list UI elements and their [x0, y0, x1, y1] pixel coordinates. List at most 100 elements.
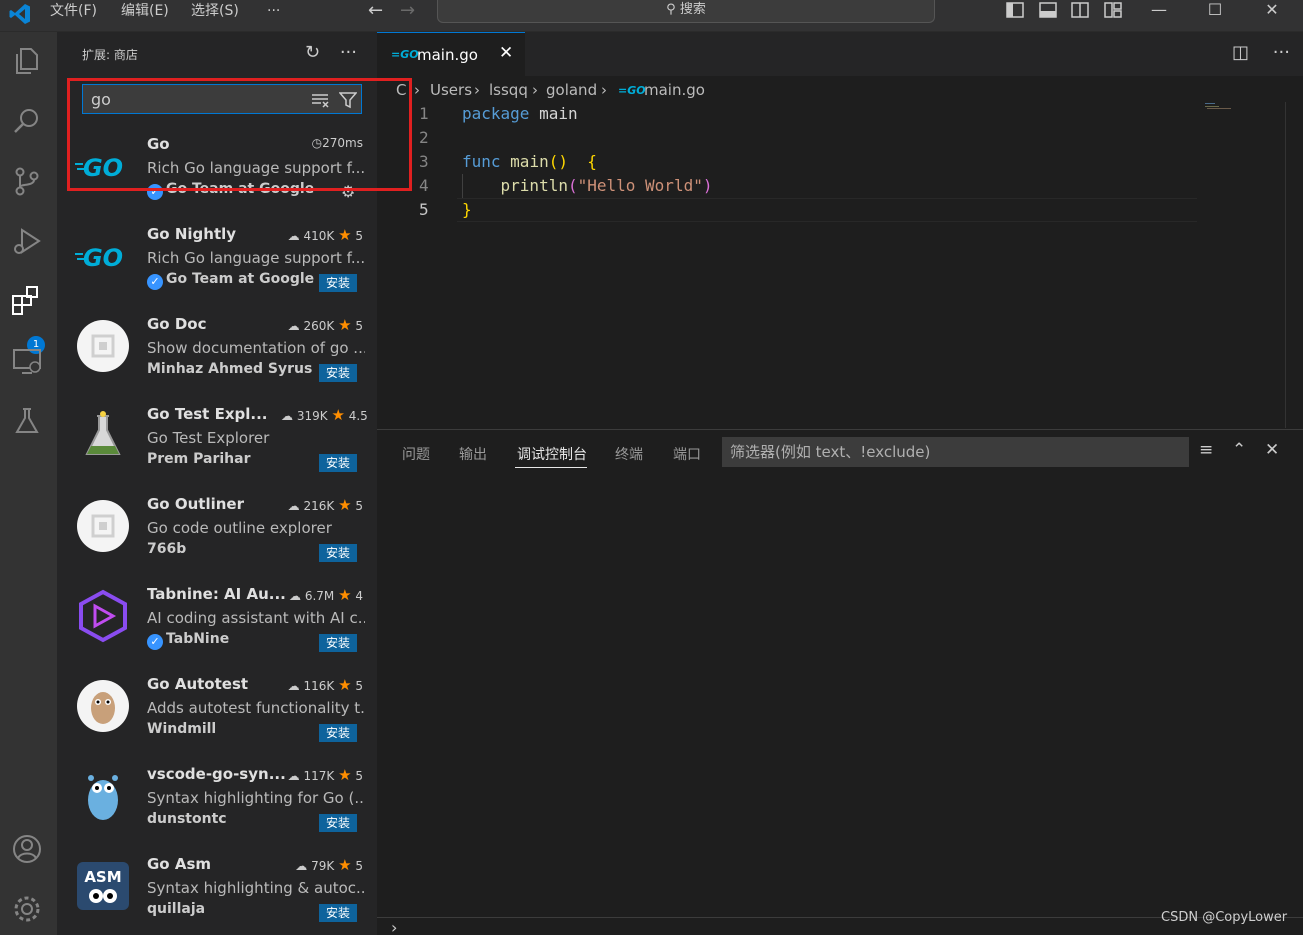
- line-number: 2: [419, 128, 429, 147]
- menu-file[interactable]: 文件(F): [50, 0, 97, 22]
- minimize-icon[interactable]: —: [1144, 0, 1174, 20]
- install-button[interactable]: 安装: [319, 274, 357, 292]
- toggle-panel-icon[interactable]: [1039, 2, 1057, 18]
- install-button[interactable]: 安装: [319, 454, 357, 472]
- remote-explorer-icon[interactable]: [10, 344, 44, 378]
- debug-console-filter-input[interactable]: [730, 441, 1170, 463]
- download-count-icon: ☁: [287, 499, 300, 513]
- breadcrumb-lssqq[interactable]: lssqq: [489, 81, 528, 99]
- extension-list-item[interactable]: Go Autotest ☁ 116K ★ 5 Adds autotest funct…: [57, 668, 377, 758]
- command-center-search[interactable]: ⚲ 搜索: [437, 0, 935, 23]
- clear-console-icon[interactable]: ≡: [1199, 440, 1213, 460]
- more-actions-icon[interactable]: ···: [340, 42, 357, 63]
- extension-description: Adds autotest functionality t...: [147, 699, 365, 717]
- breadcrumb-goland[interactable]: goland: [546, 81, 597, 99]
- breadcrumb-users[interactable]: Users: [430, 81, 472, 99]
- extension-description: Syntax highlighting & autoc...: [147, 879, 365, 897]
- extension-list-item[interactable]: Go Doc ☁ 260K ★ 5 Show documentation of go…: [57, 308, 377, 398]
- go-test-explorer-logo-icon: [75, 408, 131, 464]
- close-tab-icon[interactable]: ✕: [499, 43, 513, 63]
- breadcrumb-separator-icon: ›: [474, 81, 480, 99]
- install-button[interactable]: 安装: [319, 364, 357, 382]
- tabnine-logo-icon: [75, 588, 131, 644]
- install-button[interactable]: 安装: [319, 814, 357, 832]
- extension-stats: ☁ 410K ★ 5: [281, 226, 363, 244]
- editor-scrollbar[interactable]: [1285, 102, 1303, 428]
- split-editor-icon[interactable]: ◫: [1232, 42, 1249, 63]
- toggle-primary-sidebar-icon[interactable]: [1006, 2, 1024, 18]
- extension-publisher[interactable]: quillaja: [147, 901, 205, 917]
- breadcrumb-file[interactable]: main.go: [644, 81, 705, 99]
- extension-list-item[interactable]: vscode-go-syn... ☁ 117K ★ 5 Syntax highlig…: [57, 758, 377, 848]
- run-and-debug-icon[interactable]: [10, 224, 44, 258]
- active-tab-indicator: [515, 467, 587, 468]
- extension-publisher[interactable]: Prem Parihar: [147, 451, 250, 467]
- current-line-highlight: [457, 198, 1197, 222]
- install-button[interactable]: 安装: [319, 544, 357, 562]
- extension-description: Go Test Explorer: [147, 429, 270, 447]
- extension-list-item[interactable]: Go Outliner ☁ 216K ★ 5 Go code outline exp…: [57, 488, 377, 578]
- tab-debug-console[interactable]: 调试控制台: [517, 444, 587, 464]
- extension-publisher[interactable]: Windmill: [147, 721, 216, 737]
- download-count-icon: ☁: [281, 409, 293, 423]
- forward-arrow-icon[interactable]: →: [400, 0, 415, 22]
- extension-stats: ☁ 6.7M ★ 4: [281, 586, 363, 604]
- refresh-icon[interactable]: ↻: [305, 42, 320, 63]
- download-count-icon: ☁: [288, 589, 301, 603]
- extension-list-item[interactable]: Tabnine: AI Au... ☁ 6.7M ★ 4 AI coding ass…: [57, 578, 377, 668]
- search-icon[interactable]: [10, 104, 44, 138]
- extension-publisher[interactable]: Minhaz Ahmed Syrus: [147, 361, 312, 377]
- close-panel-icon[interactable]: ✕: [1265, 440, 1279, 460]
- extension-publisher[interactable]: ✓ Go Team at Google: [147, 271, 314, 290]
- maximize-icon[interactable]: ☐: [1200, 0, 1230, 20]
- minimap[interactable]: [1205, 102, 1235, 112]
- manage-gear-icon[interactable]: [10, 892, 44, 926]
- customize-layout-icon[interactable]: [1104, 2, 1122, 18]
- install-button[interactable]: 安装: [319, 724, 357, 742]
- svg-text:GO: GO: [83, 244, 123, 272]
- menu-edit[interactable]: 编辑(E): [121, 0, 169, 22]
- tab-output[interactable]: 输出: [459, 444, 487, 464]
- toggle-secondary-sidebar-icon[interactable]: [1071, 2, 1089, 18]
- tab-terminal[interactable]: 终端: [615, 444, 643, 464]
- extension-stats: ☁ 216K ★ 5: [281, 496, 363, 514]
- source-control-icon[interactable]: [10, 164, 44, 198]
- close-window-icon[interactable]: ✕: [1257, 0, 1287, 20]
- editor-more-actions-icon[interactable]: ···: [1273, 42, 1290, 63]
- line-number: 1: [419, 104, 429, 123]
- line-number: 3: [419, 152, 429, 171]
- extension-list-item[interactable]: ASM Go Asm ☁ 79K ★ 5 Syntax highlighting & …: [57, 848, 377, 935]
- account-icon[interactable]: [10, 832, 44, 866]
- go-asm-logo-icon: ASM: [75, 858, 131, 914]
- extension-list-item[interactable]: GO Go Nightly ☁ 410K ★ 5 Rich Go language s…: [57, 218, 377, 308]
- menu-more[interactable]: ···: [267, 0, 280, 22]
- editor-tab-bar: =GO main.go ✕ ◫ ···: [377, 32, 1303, 76]
- tab-main-go[interactable]: =GO main.go ✕: [377, 32, 525, 76]
- rating-value: 5: [355, 319, 363, 333]
- install-button[interactable]: 安装: [319, 904, 357, 922]
- tab-ports[interactable]: 端口: [673, 444, 701, 464]
- verified-publisher-icon: ✓: [147, 634, 163, 650]
- star-icon: ★: [338, 226, 352, 244]
- tab-problems[interactable]: 问题: [402, 444, 430, 464]
- breadcrumb-separator-icon: ›: [532, 81, 538, 99]
- star-icon: ★: [338, 586, 352, 604]
- extension-list-item[interactable]: Go Test Expl... ☁ 319K ★ 4.5 Go Test Explo…: [57, 398, 377, 488]
- install-button[interactable]: 安装: [319, 634, 357, 652]
- rating-value: 5: [355, 859, 363, 873]
- maximize-panel-icon[interactable]: ⌃: [1232, 440, 1246, 460]
- breadcrumb-drive[interactable]: C: [396, 81, 406, 99]
- extension-publisher[interactable]: 766b: [147, 541, 186, 557]
- rating-value: 5: [355, 229, 363, 243]
- extensions-icon[interactable]: [10, 284, 44, 318]
- rating-value: 4.5: [348, 409, 368, 423]
- line-number: 5: [419, 200, 429, 219]
- menu-selection[interactable]: 选择(S): [191, 0, 239, 22]
- extension-publisher[interactable]: ✓ TabNine: [147, 631, 229, 650]
- code-editor[interactable]: 1 2 3 4 5 package main func main() { pri…: [377, 102, 1297, 428]
- back-arrow-icon[interactable]: ←: [368, 0, 383, 22]
- extension-description: Syntax highlighting for Go (...: [147, 789, 365, 807]
- testing-icon[interactable]: [10, 404, 44, 438]
- explorer-icon[interactable]: [10, 44, 44, 78]
- extension-publisher[interactable]: dunstontc: [147, 811, 227, 827]
